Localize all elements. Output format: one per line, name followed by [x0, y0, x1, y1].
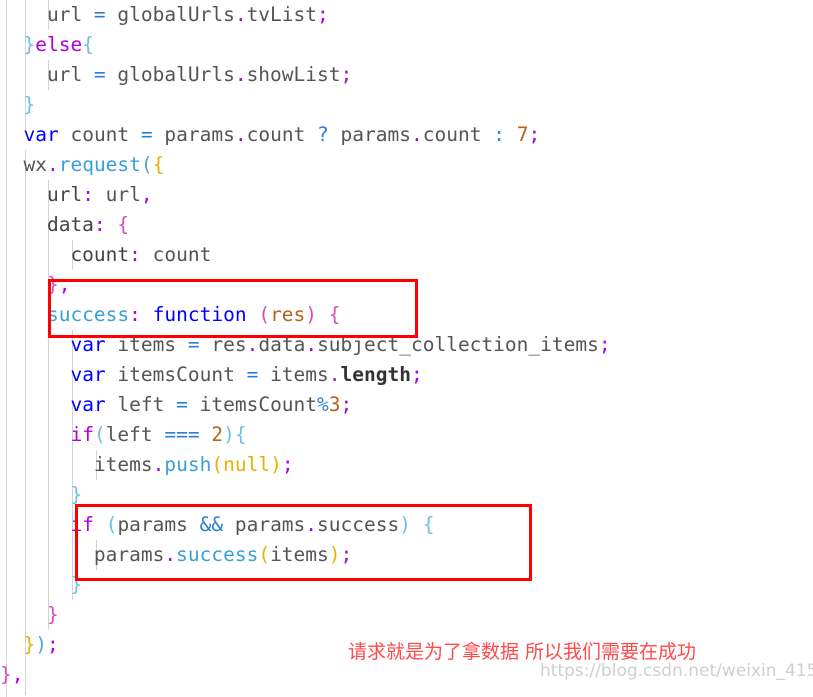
code-line-13: var itemsCount = items.length; — [70, 363, 423, 386]
code-line-19: params.success(items); — [0, 543, 353, 566]
code-line-6: wx.request({ — [0, 153, 165, 176]
code-line-10: }, — [0, 273, 71, 296]
code-line-18: if (params && params.success) { — [70, 513, 435, 536]
code-line-1: url = globalUrls.tvList; — [0, 3, 329, 26]
code-line-17: } — [0, 483, 83, 506]
code-line-11: success: function (res) { — [0, 303, 341, 326]
annotation-line-1: 请求就是为了拿数据 所以我们需要在成功 — [348, 641, 697, 663]
code-line-12: var items = res.data.subject_collection_… — [70, 333, 611, 356]
code-line-15: if(left === 2){ — [70, 423, 247, 446]
code-line-3: url = globalUrls.showList; — [0, 63, 353, 86]
code-editor-screenshot: url = globalUrls.tvList; }else{ url = gl… — [0, 0, 813, 697]
code-line-20: } — [0, 573, 83, 596]
code-line-16: items.push(null); — [0, 453, 294, 476]
code-line-14: var left = itemsCount%3; — [70, 393, 353, 416]
code-line-5: var count = params.count ? params.count … — [23, 123, 541, 146]
code-line-4: } — [0, 93, 36, 116]
code-line-21: } — [0, 603, 59, 626]
code-line-8: data: { — [0, 213, 130, 236]
code-line-23: }, — [0, 663, 24, 686]
code-line-7: url: url, — [0, 183, 153, 206]
code-line-9: count: count — [0, 243, 212, 266]
code-line-2: }else{ — [0, 33, 94, 56]
code-line-22: }); — [0, 633, 59, 656]
chinese-annotation: 请求就是为了拿数据 所以我们需要在成功 函数中调用形参对象的函数 将请求得到的 … — [348, 589, 696, 697]
